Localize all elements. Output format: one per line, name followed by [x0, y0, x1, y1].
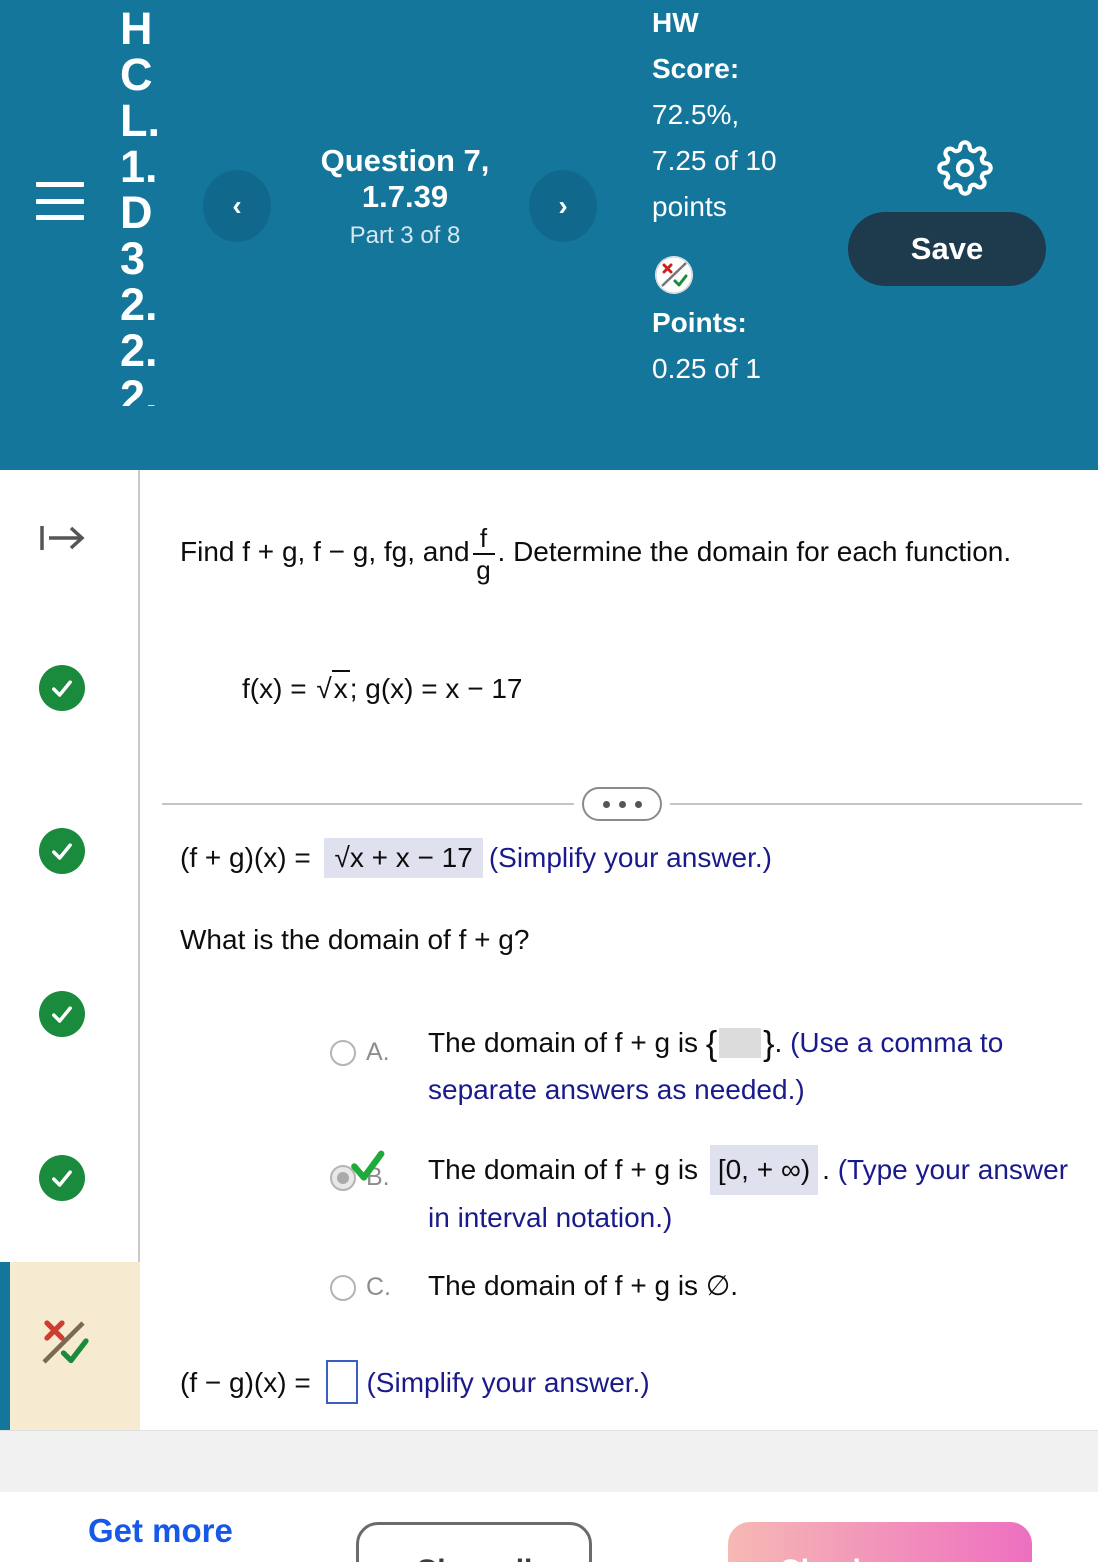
radio-option-c[interactable]	[330, 1274, 356, 1301]
domain-question: What is the domain of f + g?	[180, 924, 530, 955]
points-block: Points: 0.25 of 1	[652, 300, 792, 392]
question-title: Question 7, 1.7.39	[320, 143, 490, 214]
fg-diff-answer-row: (f − g)(x) = (Simplify your answer.)	[180, 1360, 650, 1404]
hw-score-value: 72.5%, 7.25 of 10 points	[652, 99, 777, 222]
status-check-4	[34, 1150, 90, 1206]
fraction-f-over-g: fg	[472, 522, 495, 585]
hw-score-block: HW Score: 72.5%, 7.25 of 10 points	[652, 0, 780, 230]
fg-sum-hint: (Simplify your answer.)	[488, 842, 772, 873]
option-c-control[interactable]: C.	[330, 1273, 391, 1302]
question-content: Find f + g, f − g, fg, and f g. Determine …	[142, 470, 1098, 1430]
option-c[interactable]: C. The domain of f + g is ∅.	[180, 1263, 1080, 1317]
get-more-link[interactable]: Get more	[88, 1512, 233, 1550]
app-footer: Get more Clear all Check answer	[0, 1492, 1098, 1562]
option-b-correct-check-icon	[346, 1149, 388, 1192]
question-part: Part 3 of 8	[349, 222, 461, 249]
prompt-part-2: . Determine the domain for each function…	[497, 536, 1012, 567]
points-value: 0.25 of 1	[652, 353, 761, 384]
divider-line-right	[670, 803, 1082, 805]
option-c-text: The domain of f + g is ∅.	[428, 1270, 738, 1301]
domain-options: A. The domain of f + g is {}. (Use a com…	[180, 1010, 1080, 1339]
check-circle-icon	[39, 665, 85, 711]
ellipsis-expand-icon[interactable]	[582, 787, 662, 821]
problem-prompt: Find f + g, f − g, fg, and f g. Determine …	[180, 520, 1070, 584]
section-divider	[162, 786, 1082, 822]
option-a-text: The domain of f + g is {}. (Use a comma …	[428, 1010, 1080, 1113]
points-label: Points:	[652, 307, 747, 338]
option-a[interactable]: A. The domain of f + g is {}. (Use a com…	[180, 1010, 1080, 1113]
clear-all-button[interactable]: Clear all	[356, 1522, 592, 1562]
check-answer-button[interactable]: Check answer	[728, 1522, 1032, 1562]
tab-arrow-icon[interactable]	[34, 510, 90, 566]
check-circle-icon	[39, 828, 85, 874]
course-title: HCL.1.D 32.2.2.	[120, 6, 160, 406]
sqrt-icon: √x	[314, 670, 350, 705]
gear-icon[interactable]	[937, 140, 993, 196]
option-a-letter: A.	[366, 1038, 390, 1066]
option-a-input[interactable]	[719, 1028, 762, 1058]
definition-prefix: f(x) =	[242, 673, 315, 704]
option-a-control[interactable]: A.	[330, 1038, 390, 1067]
fg-sum-input[interactable]: √x + x − 17	[324, 838, 483, 878]
option-b[interactable]: B. The domain of f + g is [0, + ∞). (Typ…	[180, 1135, 1080, 1241]
prompt-part-1: Find f + g, f − g, fg, and	[180, 536, 470, 567]
fg-diff-label: (f − g)(x) =	[180, 1367, 319, 1398]
option-b-text: The domain of f + g is [0, + ∞). (Type y…	[428, 1135, 1080, 1241]
fraction-denominator: g	[476, 554, 491, 585]
definition-suffix: ; g(x) = x − 17	[349, 673, 523, 704]
status-check-1	[34, 660, 90, 716]
footer-spacer	[0, 1430, 1098, 1492]
hamburger-icon[interactable]	[36, 182, 84, 220]
option-b-input[interactable]: [0, + ∞)	[709, 1145, 819, 1195]
save-button[interactable]: Save	[848, 212, 1046, 286]
x-check-icon	[38, 1314, 98, 1374]
fg-sum-label: (f + g)(x) =	[180, 842, 319, 873]
function-definitions: f(x) = √x; g(x) = x − 17	[242, 670, 522, 705]
check-circle-icon	[39, 991, 85, 1037]
app-header: HCL.1.D 32.2.2. ‹ Question 7, 1.7.39 Par…	[0, 0, 1098, 470]
x-check-badge-icon	[655, 256, 693, 294]
check-circle-icon	[39, 1155, 85, 1201]
status-check-2	[34, 823, 90, 879]
question-info: Question 7, 1.7.39 Part 3 of 8	[285, 143, 525, 253]
current-part-highlight	[0, 1262, 140, 1430]
sqrt-radicand: x	[331, 670, 350, 705]
option-a-text-after: .	[774, 1027, 783, 1058]
option-b-text-before: The domain of f + g is	[428, 1154, 706, 1185]
radio-option-a[interactable]	[330, 1039, 356, 1066]
fraction-numerator: f	[479, 522, 488, 553]
open-brace: {	[705, 1025, 718, 1063]
option-c-letter: C.	[366, 1273, 391, 1301]
divider-line-left	[162, 803, 574, 805]
app-root: HCL.1.D 32.2.2. ‹ Question 7, 1.7.39 Par…	[0, 0, 1098, 1562]
option-b-text-after: .	[822, 1154, 830, 1185]
next-question-button[interactable]: ›	[529, 170, 597, 242]
hw-score-label: HW Score:	[652, 7, 740, 84]
option-a-text-before: The domain of f + g is	[428, 1027, 706, 1058]
prev-question-button[interactable]: ‹	[203, 170, 271, 242]
status-check-3	[34, 986, 90, 1042]
fg-diff-hint: (Simplify your answer.)	[366, 1367, 650, 1398]
fg-diff-input[interactable]	[326, 1360, 359, 1404]
close-brace: }	[763, 1025, 775, 1063]
fg-sum-answer-row: (f + g)(x) = √x + x − 17 (Simplify your a…	[180, 838, 772, 878]
